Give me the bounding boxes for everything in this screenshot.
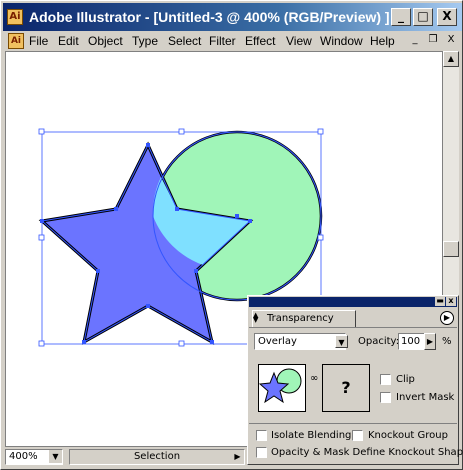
minimize-button[interactable]: _ bbox=[391, 8, 411, 26]
menu-select[interactable]: Select bbox=[168, 31, 201, 51]
invert-mask-label: Invert Mask bbox=[396, 392, 455, 403]
blend-mode-select[interactable]: Overlay ▼ bbox=[254, 333, 348, 350]
artwork-thumbnail-image bbox=[258, 368, 302, 404]
isolate-blending-checkbox[interactable] bbox=[256, 430, 267, 441]
blend-mode-value: Overlay bbox=[258, 336, 297, 347]
window-title: Adobe Illustrator - [Untitled-3 @ 400% (… bbox=[29, 9, 390, 25]
knockout-group-label: Knockout Group bbox=[368, 430, 448, 441]
handle-middle-left[interactable] bbox=[38, 234, 45, 241]
anchor-point bbox=[175, 207, 179, 211]
status-menu-icon[interactable]: ▶ bbox=[231, 450, 244, 463]
menu-filter[interactable]: Filter bbox=[209, 31, 236, 51]
scroll-thumb[interactable] bbox=[443, 241, 459, 257]
opacity-mask-thumbnail[interactable]: ? bbox=[322, 364, 370, 412]
illustrator-app-icon[interactable]: Ai bbox=[7, 9, 23, 25]
menu-bar: Ai File Edit Object Type Select Filter E… bbox=[3, 31, 462, 51]
clip-checkbox[interactable] bbox=[380, 374, 391, 385]
panel-separator bbox=[249, 423, 457, 424]
menu-window[interactable]: Window bbox=[320, 31, 363, 51]
close-button[interactable]: X bbox=[437, 8, 457, 26]
opacity-mask-knockout-label: Opacity & Mask Define Knockout Shape bbox=[271, 447, 463, 458]
menu-file[interactable]: File bbox=[29, 31, 48, 51]
anchor-point bbox=[194, 269, 198, 273]
handle-top-left[interactable] bbox=[38, 128, 45, 135]
anchor-point bbox=[146, 143, 150, 147]
anchor-point bbox=[146, 304, 150, 308]
anchor-point bbox=[82, 340, 86, 344]
application-window: Ai Adobe Illustrator - [Untitled-3 @ 400… bbox=[0, 0, 463, 470]
opacity-mask-knockout-checkbox[interactable] bbox=[256, 447, 267, 458]
panel-title-bar[interactable]: ▬ x bbox=[249, 297, 457, 307]
menu-view[interactable]: View bbox=[286, 31, 312, 51]
handle-bottom-center[interactable] bbox=[178, 340, 185, 347]
document-icon[interactable]: Ai bbox=[8, 33, 24, 49]
panel-menu-icon[interactable]: ▶ bbox=[440, 311, 454, 325]
handle-top-center[interactable] bbox=[178, 128, 185, 135]
title-bar[interactable]: Ai Adobe Illustrator - [Untitled-3 @ 400… bbox=[3, 3, 462, 31]
transparency-panel: ▬ x Transparency ▲ ▼ ▶ Overlay ▼ Opacity:… bbox=[247, 295, 463, 465]
tab-toggle-icon[interactable]: ▲ ▼ bbox=[253, 312, 258, 324]
isolate-blending-label: Isolate Blending bbox=[271, 430, 352, 441]
menu-edit[interactable]: Edit bbox=[58, 31, 79, 51]
menu-effect[interactable]: Effect bbox=[245, 31, 275, 51]
tab-transparency[interactable]: Transparency bbox=[252, 310, 356, 327]
handle-bottom-left[interactable] bbox=[38, 340, 45, 347]
doc-minimize-button[interactable]: _ bbox=[407, 33, 423, 47]
panel-close-button[interactable]: x bbox=[446, 297, 456, 306]
link-chain-icon[interactable]: ∞ bbox=[310, 374, 318, 394]
zoom-dropdown-icon[interactable]: ▼ bbox=[49, 450, 62, 463]
menu-object[interactable]: Object bbox=[88, 31, 123, 51]
clip-label: Clip bbox=[396, 374, 415, 385]
menu-help[interactable]: Help bbox=[370, 31, 395, 51]
menu-type[interactable]: Type bbox=[132, 31, 158, 51]
opacity-slider-icon[interactable]: ▶ bbox=[424, 333, 436, 350]
anchor-point bbox=[248, 219, 252, 223]
knockout-group-checkbox[interactable] bbox=[352, 430, 363, 441]
status-text[interactable]: Selection bbox=[69, 449, 245, 465]
opacity-input[interactable]: 100 bbox=[398, 333, 426, 350]
panel-divider bbox=[249, 327, 457, 328]
panel-minimize-button[interactable]: ▬ bbox=[435, 297, 445, 306]
anchor-point bbox=[114, 207, 118, 211]
anchor-point bbox=[96, 269, 100, 273]
handle-middle-right[interactable] bbox=[317, 234, 324, 241]
scroll-up-icon[interactable]: ▲ bbox=[443, 51, 459, 67]
handle-top-right[interactable] bbox=[317, 128, 324, 135]
doc-close-button[interactable]: X bbox=[443, 33, 459, 47]
opacity-label: Opacity: bbox=[358, 336, 400, 347]
doc-restore-button[interactable]: ❐ bbox=[425, 33, 441, 47]
artwork-thumbnail[interactable] bbox=[258, 364, 306, 412]
invert-mask-checkbox[interactable] bbox=[380, 392, 391, 403]
anchor-point bbox=[40, 219, 44, 223]
anchor-point bbox=[210, 340, 214, 344]
blend-mode-dropdown-icon[interactable]: ▼ bbox=[335, 335, 348, 348]
opacity-percent: % bbox=[442, 336, 452, 347]
maximize-button[interactable]: □ bbox=[413, 8, 433, 26]
anchor-point bbox=[235, 214, 239, 218]
